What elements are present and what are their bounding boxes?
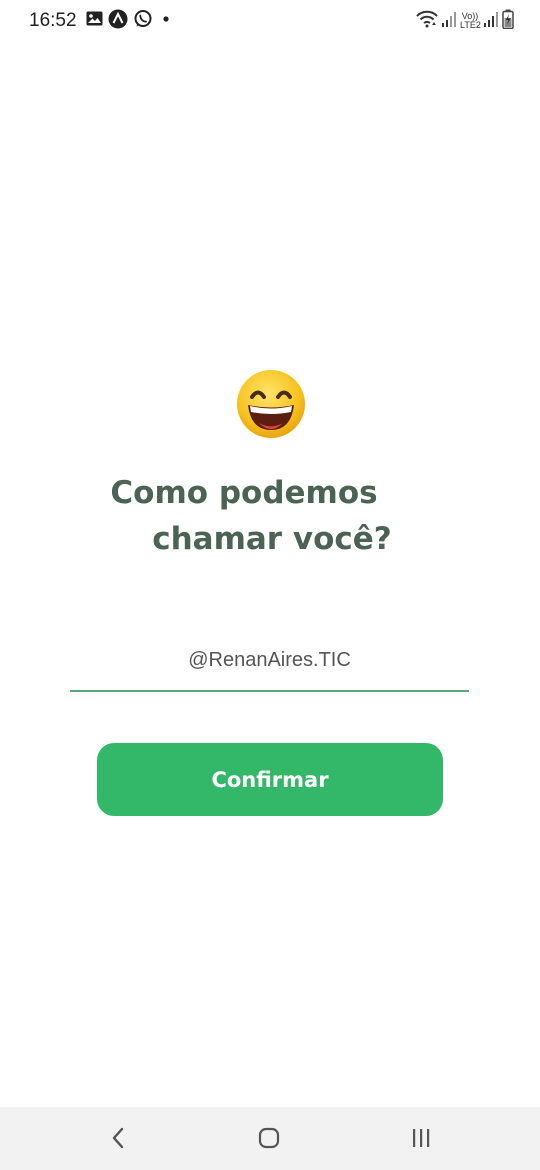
- back-chevron-icon[interactable]: [103, 1125, 133, 1151]
- status-left-icons: [86, 9, 172, 34]
- signal-icon: [484, 11, 498, 32]
- grinning-face-with-smiling-eyes-icon: [235, 368, 307, 440]
- nickname-input[interactable]: [70, 640, 469, 680]
- network-label-bottom: LTE2: [460, 20, 481, 30]
- title-line-1: Como podemos: [110, 475, 378, 511]
- volte-lte2-icon: Vo)) LTE2: [460, 12, 481, 30]
- dot-icon: [158, 9, 172, 34]
- confirm-button[interactable]: Confirmar: [97, 743, 443, 816]
- status-bar: 16:52 Vo)) LTE2: [0, 0, 540, 42]
- wifi-icon: [416, 10, 438, 33]
- home-icon[interactable]: [254, 1125, 284, 1151]
- nickname-field: [70, 640, 469, 692]
- battery-charging-icon: [502, 9, 514, 34]
- navigation-bar: [0, 1107, 540, 1170]
- screen: 16:52 Vo)) LTE2 Como podemos chamar você…: [0, 0, 540, 1170]
- signal-icon: [442, 11, 456, 32]
- app-logo-icon: [108, 9, 128, 34]
- status-time: 16:52: [29, 10, 77, 31]
- page-title: Como podemos chamar você?: [0, 470, 540, 562]
- image-icon: [86, 11, 103, 31]
- status-right-icons: Vo)) LTE2: [416, 9, 514, 34]
- recents-icon[interactable]: [406, 1125, 436, 1151]
- title-line-2: chamar você?: [152, 521, 392, 557]
- whatsapp-icon: [133, 9, 153, 34]
